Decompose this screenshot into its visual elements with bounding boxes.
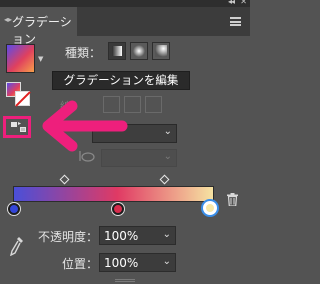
opacity-field[interactable]: 100% ⌄: [99, 226, 176, 245]
chevron-down-icon[interactable]: ⌄: [163, 256, 171, 267]
resize-grip[interactable]: [115, 279, 135, 282]
annotation-arrow-icon: [42, 100, 128, 152]
color-stop[interactable]: [8, 203, 20, 215]
chevron-down-icon[interactable]: ▼: [38, 55, 43, 63]
edit-gradient-button[interactable]: グラデーションを編集: [52, 71, 190, 90]
location-label: 位置：: [62, 257, 99, 271]
chevron-down-icon[interactable]: ⌄: [164, 151, 172, 162]
gradient-slider[interactable]: [13, 186, 214, 202]
type-label: 種類：: [65, 46, 102, 60]
stroke-swatch[interactable]: [15, 91, 30, 106]
stroke-across-button[interactable]: [145, 96, 162, 113]
tab-row: ◂▸ グラデーション: [0, 7, 250, 46]
gradient-swatch[interactable]: [6, 44, 35, 73]
chevron-down-icon[interactable]: ⌄: [164, 126, 172, 137]
eyedropper-icon[interactable]: [10, 236, 24, 256]
linear-gradient-button[interactable]: [108, 42, 126, 60]
color-stop-selected[interactable]: [203, 201, 217, 215]
tab-gradient-label: グラデーション: [12, 15, 72, 46]
chevron-down-icon[interactable]: ⌄: [163, 229, 171, 240]
reverse-gradient-highlight: ▸: [3, 116, 31, 138]
color-stop[interactable]: [112, 203, 124, 215]
freeform-gradient-button[interactable]: [152, 42, 170, 60]
tab-gradient[interactable]: ◂▸ グラデーション: [0, 7, 77, 46]
panel-title-bar: ◂◂ ✕: [0, 0, 250, 7]
fill-stroke-selector[interactable]: [6, 82, 32, 108]
radial-gradient-button[interactable]: [130, 42, 148, 60]
location-field[interactable]: 100% ⌄: [99, 253, 176, 272]
trash-icon[interactable]: [227, 193, 238, 206]
collapse-panels-icon[interactable]: ◂◂: [228, 0, 235, 6]
reverse-gradient-icon[interactable]: ▸: [11, 120, 26, 133]
midpoint-diamond[interactable]: [59, 174, 70, 185]
opacity-value[interactable]: 100%: [104, 229, 138, 243]
location-value[interactable]: 100%: [104, 256, 138, 270]
opacity-label: 不透明度：: [38, 230, 99, 244]
panel-menu-icon[interactable]: [230, 17, 241, 26]
close-icon[interactable]: ✕: [240, 0, 247, 6]
tab-arrows-icon: ◂▸: [4, 15, 13, 24]
midpoint-diamond[interactable]: [159, 174, 170, 185]
